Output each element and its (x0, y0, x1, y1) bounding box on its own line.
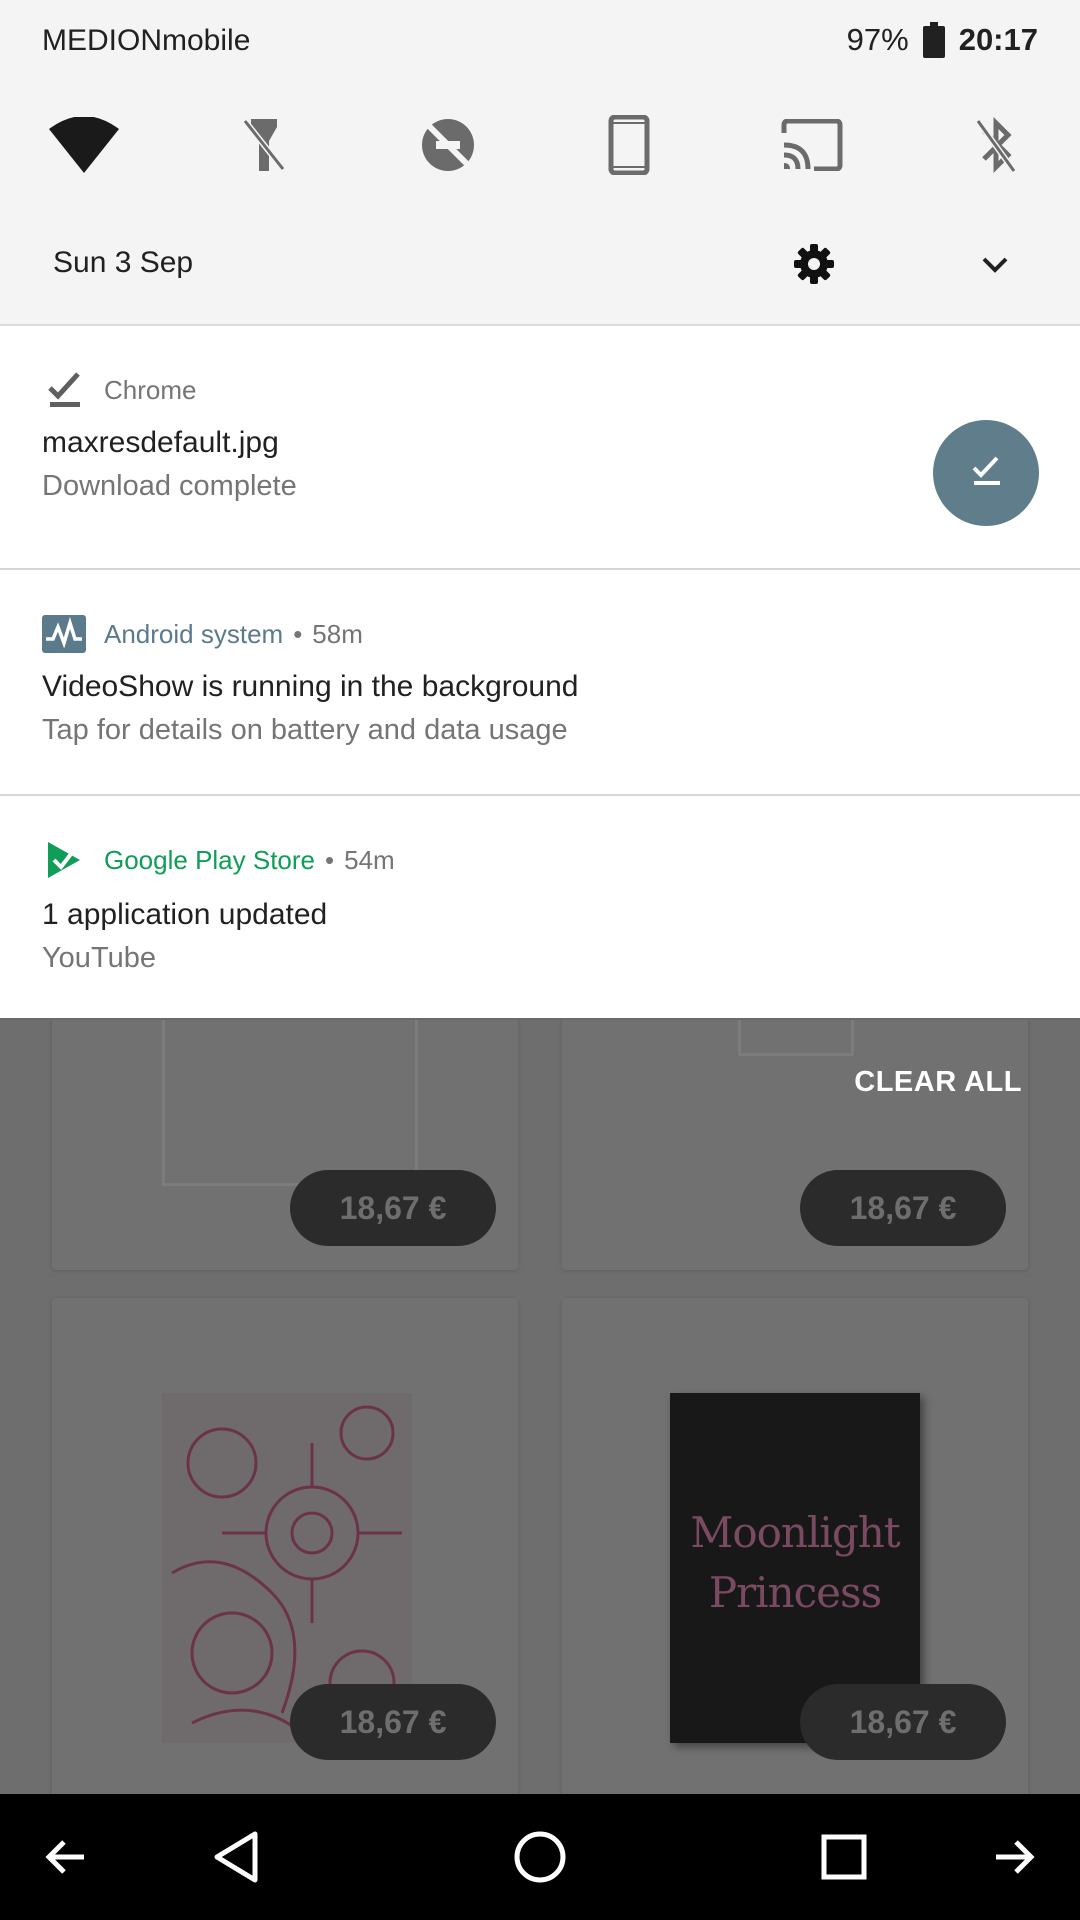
book-cover-line2: Princess (708, 1568, 882, 1617)
price-pill: 18,67 € (800, 1684, 1006, 1760)
open-download-button[interactable] (933, 420, 1039, 526)
recents-square-icon[interactable] (814, 1827, 874, 1887)
price-pill: 18,67 € (290, 1170, 496, 1246)
flashlight-off-icon[interactable] (228, 110, 300, 180)
carrier-name: MEDIONmobile (42, 24, 251, 57)
notification-android-system[interactable]: Android system • 58m VideoShow is runnin… (0, 570, 1080, 796)
download-done-icon (42, 370, 86, 410)
notification-text: Download complete (42, 470, 297, 502)
notification-app-name: Chrome (104, 374, 197, 405)
notification-title: maxresdefault.jpg (42, 426, 279, 459)
product-card: 18,67 € (52, 1020, 518, 1270)
notification-title: VideoShow is running in the background (42, 670, 579, 703)
book-cover-line1: Moonlight (690, 1508, 900, 1557)
notification-text: Tap for details on battery and data usag… (42, 714, 568, 746)
notification-play-store[interactable]: Google Play Store • 54m 1 application up… (0, 796, 1080, 1018)
battery-icon (922, 22, 945, 58)
product-card: Moonlight Princess 18,67 € (562, 1298, 1028, 1794)
notification-chrome-download[interactable]: Chrome maxresdefault.jpg Download comple… (0, 326, 1080, 570)
bluetooth-off-icon[interactable] (960, 110, 1032, 180)
wifi-icon[interactable] (48, 110, 120, 180)
home-circle-icon[interactable] (510, 1827, 570, 1887)
play-store-check-icon (42, 840, 86, 880)
notification-title: 1 application updated (42, 898, 328, 931)
expand-chevron-down-icon[interactable] (978, 248, 1012, 282)
status-icons: 97% 20:17 (847, 22, 1038, 58)
product-image (162, 1020, 418, 1186)
notification-time: 58m (312, 618, 363, 649)
notification-header: Android system • 58m (42, 614, 363, 654)
cast-icon[interactable] (776, 110, 848, 180)
settings-gear-icon[interactable] (794, 244, 834, 284)
battery-percent: 97% (846, 22, 909, 57)
price-pill: 18,67 € (290, 1684, 496, 1760)
arrow-left-icon[interactable] (36, 1827, 96, 1887)
product-card: 18,67 € (52, 1298, 518, 1794)
clear-all-button[interactable]: CLEAR ALL (854, 1066, 1022, 1099)
notification-time: 54m (344, 844, 395, 875)
quick-settings-tiles (0, 110, 1080, 180)
notification-text: YouTube (42, 942, 156, 974)
data-saver-off-icon[interactable] (412, 110, 484, 180)
notification-app-name: Android system (104, 618, 284, 649)
auto-rotate-portrait-icon[interactable] (593, 110, 665, 180)
download-done-icon (969, 454, 1003, 493)
quick-settings-panel: MEDIONmobile 97% 20:17 Sun 3 Sep (0, 0, 1080, 326)
date-row: Sun 3 Sep (0, 236, 1080, 292)
navigation-bar (0, 1794, 1080, 1920)
activity-monitor-icon (42, 614, 86, 654)
background-app: 18,67 € 18,67 € 18,67 € Moonlight Prince… (0, 1020, 1080, 1794)
back-triangle-icon[interactable] (206, 1827, 266, 1887)
notification-app-name: Google Play Store (104, 844, 316, 875)
arrow-right-icon[interactable] (984, 1827, 1044, 1887)
date-label[interactable]: Sun 3 Sep (53, 246, 193, 280)
product-card: 18,67 € (562, 1020, 1028, 1270)
notification-header: Google Play Store • 54m (42, 840, 395, 880)
clock: 20:17 (958, 22, 1038, 57)
product-image (738, 1020, 854, 1056)
price-pill: 18,67 € (800, 1170, 1006, 1246)
notification-header: Chrome (42, 370, 196, 410)
